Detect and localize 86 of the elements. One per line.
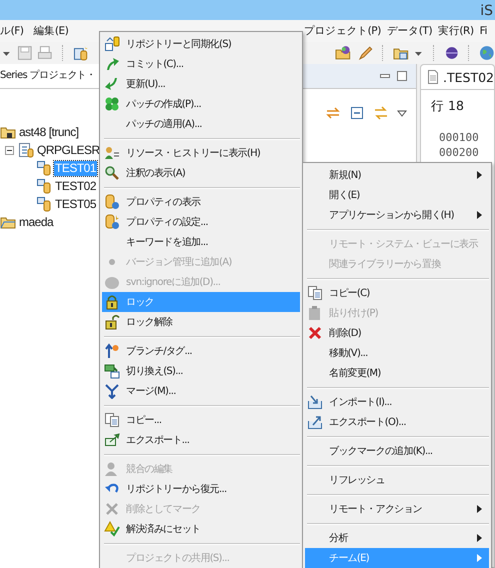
- menu-item[interactable]: 注釈の表示(A): [102, 163, 300, 183]
- menu-item[interactable]: ロック解除: [102, 312, 300, 332]
- cylinder-icon: [36, 160, 52, 176]
- menu-item[interactable]: キーワードを追加...: [102, 232, 300, 252]
- tree-item[interactable]: maeda: [18, 214, 54, 230]
- sync-arrows-icon[interactable]: [325, 105, 341, 121]
- export-icon: [307, 414, 323, 430]
- branch-icon: [104, 343, 120, 359]
- menu-item[interactable]: コピー(C): [305, 283, 489, 303]
- maximize-icon[interactable]: [396, 70, 408, 82]
- tree-item[interactable]: TEST05: [54, 196, 98, 212]
- import-icon: [307, 394, 323, 410]
- menu-item[interactable]: 更新(U)...: [102, 74, 300, 94]
- menu-item[interactable]: マージ(M)...: [102, 381, 300, 401]
- view-tab[interactable]: Series プロジェクト・: [0, 64, 100, 88]
- sequence-number: 000100: [439, 131, 479, 145]
- unlock-icon: [104, 314, 120, 330]
- menu-item[interactable]: 新規(N): [305, 165, 489, 185]
- collapse-all-icon[interactable]: [349, 105, 365, 121]
- menu-bar-item[interactable]: ル(F): [0, 22, 24, 40]
- menu-bar-item[interactable]: データ(T): [386, 22, 432, 40]
- cylinder-icon: [36, 178, 52, 194]
- warning-check-icon: [104, 521, 120, 537]
- clover-icon: [104, 96, 120, 112]
- menu-item[interactable]: リポジトリーから復元...: [102, 479, 300, 499]
- globe-icon[interactable]: [479, 45, 495, 61]
- pencil-icon[interactable]: [358, 45, 374, 61]
- menu-item[interactable]: リモート・アクション: [305, 499, 489, 519]
- sync-icon: [104, 36, 120, 52]
- magnifier-icon: [104, 165, 120, 181]
- cylinder-icon: [36, 196, 52, 212]
- collapse-toggle-icon[interactable]: [5, 146, 14, 154]
- window-title: iS: [480, 2, 494, 20]
- cross-icon: [104, 501, 120, 517]
- person-list-icon: [104, 145, 120, 161]
- clipboard-icon: [307, 305, 323, 321]
- menu-item[interactable]: ブックマークの追加(K)...: [305, 441, 489, 461]
- menu-item[interactable]: プロパティの表示: [102, 192, 300, 212]
- delete-icon: [307, 325, 323, 341]
- menu-item[interactable]: リポジトリーと同期化(S): [102, 34, 300, 54]
- tree-item[interactable]: TEST02: [54, 178, 98, 194]
- menu-item[interactable]: 開く(E): [305, 185, 489, 205]
- copy-icon: [104, 412, 120, 428]
- menu-bar-item[interactable]: 編集(E): [34, 22, 68, 40]
- folder-globe-icon[interactable]: [335, 45, 353, 61]
- menu-item[interactable]: ブランチ/タグ...: [102, 341, 300, 361]
- editor-tab[interactable]: .TEST02: [420, 64, 495, 89]
- menu-item[interactable]: プロパティの設定...: [102, 212, 300, 232]
- copy-icon: [307, 285, 323, 301]
- menu-item[interactable]: インポート(I)...: [305, 392, 489, 412]
- menu-item[interactable]: アプリケーションから開く(H): [305, 205, 489, 225]
- sequence-number: 000200: [439, 146, 479, 160]
- new-project-icon[interactable]: [73, 45, 89, 61]
- menu-item[interactable]: 削除(D): [305, 323, 489, 343]
- export-icon: [104, 432, 120, 448]
- sphere-icon[interactable]: [444, 45, 460, 61]
- menu-item[interactable]: 解決済みにセット: [102, 519, 300, 539]
- menu-item[interactable]: コミット(C)...: [102, 54, 300, 74]
- menu-item[interactable]: パッチの作成(P)...: [102, 94, 300, 114]
- cylinder-icon: [104, 194, 120, 210]
- menu-bar-item[interactable]: プロジェクト(P): [304, 22, 381, 40]
- line-indicator: 行 18: [431, 98, 464, 115]
- tree-item[interactable]: ast48 [trunc]: [18, 124, 80, 140]
- menu-item[interactable]: 分析: [305, 528, 489, 548]
- arrow-up-right-icon: [104, 56, 120, 72]
- menu-item[interactable]: リフレッシュ: [305, 470, 489, 490]
- menu-item[interactable]: エクスポート...: [102, 430, 300, 450]
- menu-item[interactable]: 名前変更(M): [305, 363, 489, 383]
- menu-item[interactable]: コピー...: [102, 410, 300, 430]
- arrow-down-left-icon: [104, 76, 120, 92]
- file-list-icon: [18, 142, 34, 158]
- menu-bar-item[interactable]: 実行(R): [438, 22, 474, 40]
- document-icon: [427, 70, 440, 84]
- menu-item[interactable]: リソース・ヒストリーに表示(H): [102, 143, 300, 163]
- menu-item[interactable]: 切り換え(S)...: [102, 361, 300, 381]
- menu-item[interactable]: 移動(V)...: [305, 343, 489, 363]
- merge-icon: [104, 383, 120, 399]
- cylinder-icon: [104, 214, 120, 230]
- lock-icon: [104, 294, 120, 310]
- tree-item[interactable]: QRPGLESR: [36, 142, 101, 158]
- menu-bar-item[interactable]: Fi: [480, 22, 488, 40]
- menu-item[interactable]: エクスポート(O)...: [305, 412, 489, 432]
- blob-icon: [104, 274, 120, 290]
- person-icon: [104, 461, 120, 477]
- menu-item[interactable]: パッチの適用(A)...: [102, 114, 300, 134]
- switch-icon: [104, 363, 120, 379]
